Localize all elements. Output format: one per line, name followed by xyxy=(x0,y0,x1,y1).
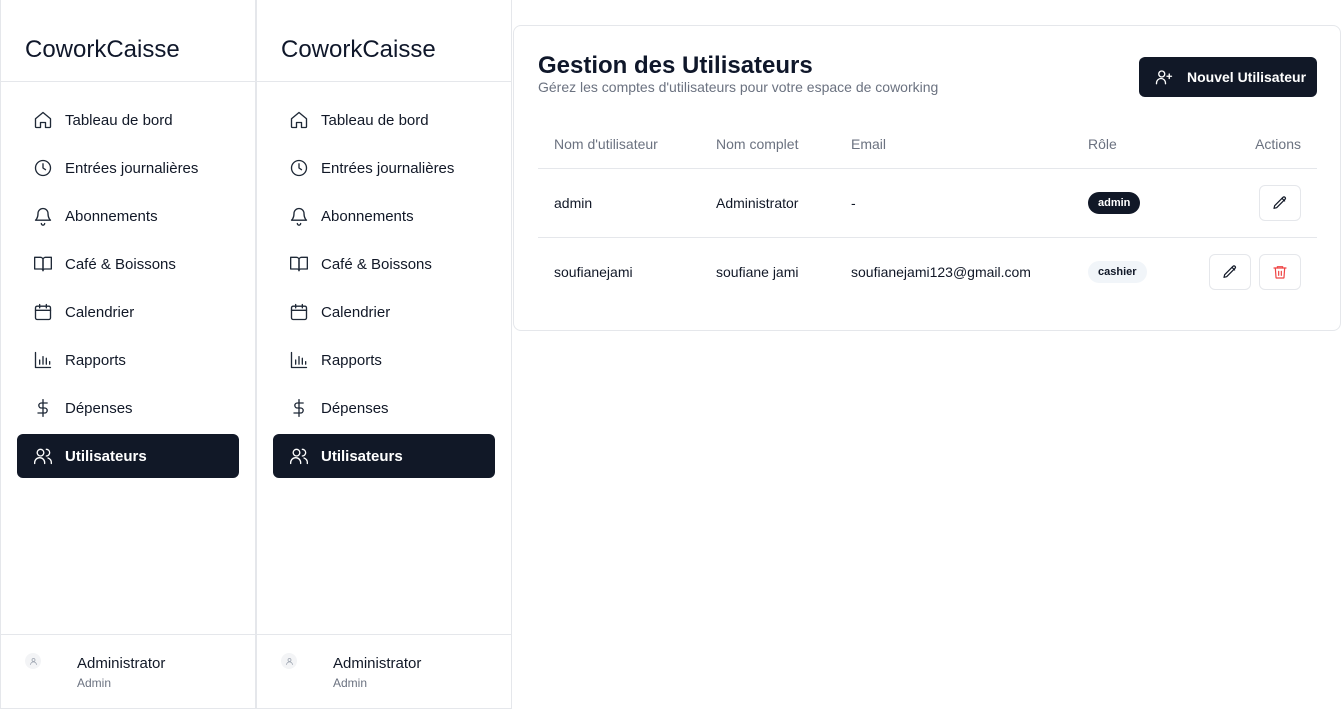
cell-fullname: soufiane jami xyxy=(716,264,799,280)
delete-button[interactable] xyxy=(1259,254,1301,290)
calendar-icon xyxy=(289,302,309,322)
cell-username: admin xyxy=(554,195,593,211)
sidebar-item-label: Calendrier xyxy=(321,303,391,321)
sidebar-item-label: Dépenses xyxy=(65,399,133,417)
users-table: Nom d'utilisateur Nom complet Email Rôle… xyxy=(538,124,1317,307)
header-role: Rôle xyxy=(1088,136,1117,152)
clock-icon xyxy=(289,158,309,178)
bar-chart-icon xyxy=(289,350,309,370)
sidebar-user-info: Administrator Admin xyxy=(77,655,165,690)
sidebar-item-label: Entrées journalières xyxy=(321,159,455,177)
role-badge: cashier xyxy=(1088,261,1147,283)
sidebar: CoworkCaisse Tableau de bord Entrées jou… xyxy=(0,0,256,709)
sidebar-item-tableau-de-bord[interactable]: Tableau de bord xyxy=(273,98,495,142)
sidebar-duplicate: CoworkCaisse Tableau de bord Entrées jou… xyxy=(256,0,512,709)
sidebar-item-label: Utilisateurs xyxy=(65,447,147,465)
dollar-icon xyxy=(289,398,309,418)
sidebar-user-name: Administrator xyxy=(77,655,166,672)
role-badge: admin xyxy=(1088,192,1141,214)
sidebar-item-label: Rapports xyxy=(65,351,126,369)
app-root: CoworkCaisse Tableau de bord Entrées jou… xyxy=(0,0,1341,709)
sidebar-nav: Tableau de bord Entrées journalières Abo… xyxy=(257,82,511,478)
calendar-icon xyxy=(33,302,53,322)
sidebar-nav: Tableau de bord Entrées journalières Abo… xyxy=(1,82,255,478)
trash-icon xyxy=(1273,266,1287,279)
home-icon xyxy=(289,110,309,130)
table-row: admin Administrator - admin xyxy=(538,169,1317,238)
brand-title: CoworkCaisse xyxy=(1,0,255,82)
user-plus-icon xyxy=(1155,70,1173,85)
page-subtitle: Gérez les comptes d'utilisateurs pour vo… xyxy=(538,79,939,95)
sidebar-item-label: Tableau de bord xyxy=(65,111,173,129)
bar-chart-icon xyxy=(33,350,53,370)
sidebar-item-label: Dépenses xyxy=(321,399,389,417)
sidebar-item-cafe-boissons[interactable]: Café & Boissons xyxy=(273,242,495,286)
sidebar-item-cafe-boissons[interactable]: Café & Boissons xyxy=(17,242,239,286)
page-title: Gestion des Utilisateurs xyxy=(538,52,813,79)
sidebar-item-abonnements[interactable]: Abonnements xyxy=(17,194,239,238)
bell-icon xyxy=(289,206,309,226)
sidebar-user[interactable]: Administrator Admin xyxy=(1,634,255,708)
edit-button[interactable] xyxy=(1259,185,1301,221)
header-fullname: Nom complet xyxy=(716,136,799,152)
sidebar-user[interactable]: Administrator Admin xyxy=(257,634,511,708)
sidebar-item-tableau-de-bord[interactable]: Tableau de bord xyxy=(17,98,239,142)
sidebar-user-name: Administrator xyxy=(333,655,422,672)
cell-email: - xyxy=(851,195,856,211)
avatar xyxy=(25,653,41,669)
sidebar-item-label: Café & Boissons xyxy=(321,255,432,273)
dollar-icon xyxy=(33,398,53,418)
edit-button[interactable] xyxy=(1209,254,1251,290)
bell-icon xyxy=(33,206,53,226)
users-icon xyxy=(289,446,309,466)
sidebar-item-rapports[interactable]: Rapports xyxy=(17,338,239,382)
header-actions: Actions xyxy=(1255,136,1301,152)
sidebar-item-label: Rapports xyxy=(321,351,382,369)
header-email: Email xyxy=(851,136,887,152)
sidebar-user-info: Administrator Admin xyxy=(333,655,421,690)
sidebar-item-label: Abonnements xyxy=(321,207,414,225)
pencil-icon xyxy=(1273,196,1286,209)
sidebar-item-label: Calendrier xyxy=(65,303,135,321)
sidebar-item-abonnements[interactable]: Abonnements xyxy=(273,194,495,238)
cell-email: soufianejami123@gmail.com xyxy=(851,264,1031,280)
sidebar-item-label: Entrées journalières xyxy=(65,159,199,177)
pencil-icon xyxy=(1223,265,1236,278)
table-row: soufianejami soufiane jami soufianejami1… xyxy=(538,238,1317,307)
sidebar-item-calendrier[interactable]: Calendrier xyxy=(17,290,239,334)
sidebar-item-rapports[interactable]: Rapports xyxy=(273,338,495,382)
avatar xyxy=(281,653,297,669)
sidebar-item-utilisateurs[interactable]: Utilisateurs xyxy=(273,434,495,478)
new-user-button[interactable]: Nouvel Utilisateur xyxy=(1139,57,1317,97)
book-icon xyxy=(33,254,53,274)
brand-title: CoworkCaisse xyxy=(257,0,511,82)
sidebar-user-role: Admin xyxy=(77,676,112,690)
book-icon xyxy=(289,254,309,274)
sidebar-item-label: Utilisateurs xyxy=(321,447,403,465)
new-user-label: Nouvel Utilisateur xyxy=(1187,69,1307,85)
sidebar-item-label: Abonnements xyxy=(65,207,158,225)
users-card: Gestion des Utilisateurs Gérez les compt… xyxy=(513,25,1341,331)
sidebar-item-label: Tableau de bord xyxy=(321,111,429,129)
home-icon xyxy=(33,110,53,130)
clock-icon xyxy=(33,158,53,178)
sidebar-item-calendrier[interactable]: Calendrier xyxy=(273,290,495,334)
table-header: Nom d'utilisateur Nom complet Email Rôle… xyxy=(538,124,1317,169)
header-username: Nom d'utilisateur xyxy=(554,136,658,152)
sidebar-item-depenses[interactable]: Dépenses xyxy=(273,386,495,430)
cell-username: soufianejami xyxy=(554,264,633,280)
sidebar-item-label: Café & Boissons xyxy=(65,255,176,273)
sidebar-item-utilisateurs[interactable]: Utilisateurs xyxy=(17,434,239,478)
sidebar-item-depenses[interactable]: Dépenses xyxy=(17,386,239,430)
cell-fullname: Administrator xyxy=(716,195,799,211)
sidebar-item-entrees-journalieres[interactable]: Entrées journalières xyxy=(17,146,239,190)
sidebar-item-entrees-journalieres[interactable]: Entrées journalières xyxy=(273,146,495,190)
sidebar-user-role: Admin xyxy=(333,676,368,690)
users-icon xyxy=(33,446,53,466)
